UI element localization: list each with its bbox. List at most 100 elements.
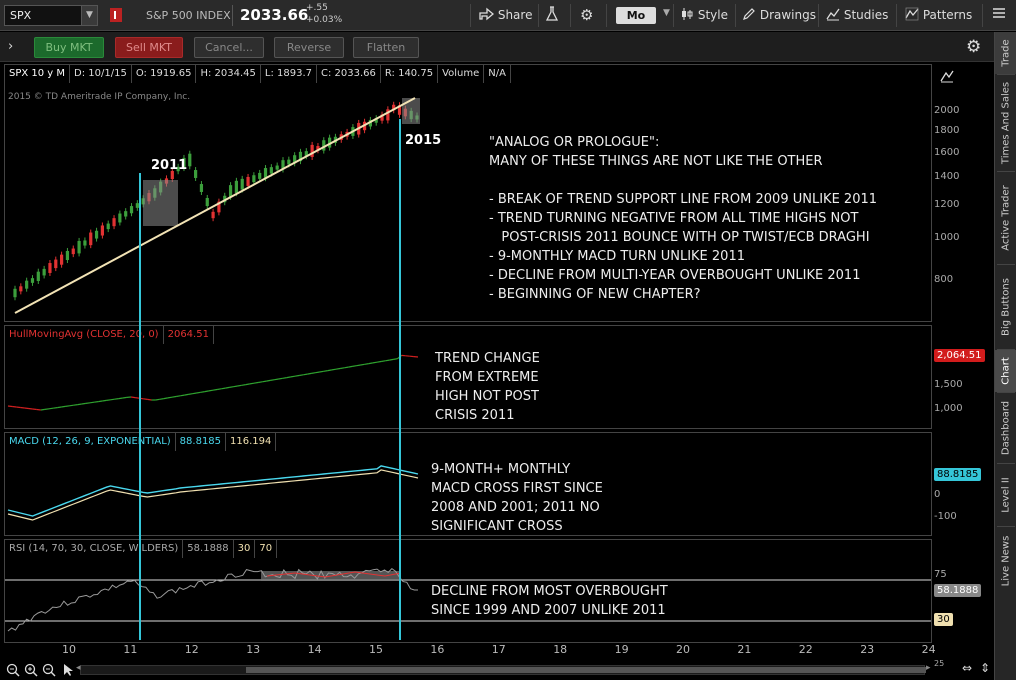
aggregation-selector[interactable]: Mo [616, 7, 656, 24]
hull-line-segment [352, 365, 357, 367]
top-toolbar: SPX ▼ S&P 500 INDEX 2033.66 +.55 +0.03% … [0, 0, 1016, 31]
hull-line-segment [327, 369, 333, 372]
hull-line-segment [237, 384, 242, 387]
divider [538, 4, 539, 27]
reverse-button[interactable]: Reverse [274, 37, 344, 58]
horizontal-scrollbar[interactable] [80, 665, 926, 675]
hull-line-segment [53, 407, 58, 409]
expand-icon[interactable]: ⇔ [962, 661, 972, 675]
hull-line-segment [12, 405, 17, 408]
time-tick: 12 [184, 643, 199, 656]
chevron-down-icon[interactable]: ▼ [81, 6, 97, 25]
candle-body [54, 259, 58, 269]
scroll-right-icon[interactable]: ▸ [926, 663, 931, 673]
zoom-fit-icon[interactable] [6, 663, 20, 677]
highlight-box-2015 [402, 98, 420, 124]
tab-active-trader[interactable]: Active Trader [995, 172, 1016, 264]
time-tick: 18 [553, 643, 568, 656]
scroll-left-icon[interactable]: ◂ [76, 663, 81, 673]
candle-body [25, 280, 29, 289]
divider [606, 4, 607, 27]
hull-line-segment [57, 406, 62, 409]
candle-body [30, 278, 35, 283]
hull-line-segment [257, 381, 263, 384]
zoom-out-icon[interactable] [42, 663, 56, 677]
hull-line-segment [262, 380, 267, 383]
hull-line-segment [110, 398, 115, 401]
hull-line-segment [65, 405, 70, 407]
hull-line-segment [171, 395, 177, 398]
share-button[interactable]: Share [478, 6, 532, 25]
menu-button[interactable] [992, 6, 1006, 25]
chart-type-icon[interactable] [940, 69, 954, 83]
zoom-in-icon[interactable] [24, 663, 38, 677]
hull-pane[interactable]: HullMovingAvg (CLOSE, 20, 0) 2064.51 TRE… [4, 325, 932, 429]
chevron-right-icon[interactable]: › [8, 39, 13, 54]
symbol-input[interactable]: SPX ▼ [4, 5, 98, 26]
candle-body [71, 248, 75, 255]
macd-annotation: 9-MONTH+ MONTHLY MACD CROSS FIRST SINCE … [431, 462, 603, 534]
tab-times-and-sales[interactable]: Times And Sales [995, 75, 1016, 171]
cancel-orders-button[interactable]: Cancel... [194, 37, 264, 58]
studies-label: Studies [843, 8, 889, 22]
price-tick: 1000 [934, 232, 960, 243]
flag-icon[interactable] [110, 8, 122, 22]
tab-level-ii[interactable]: Level II [995, 464, 1016, 526]
candle-body [252, 175, 256, 183]
tab-dashboard[interactable]: Dashboard [995, 393, 1016, 463]
hull-line-segment [221, 387, 226, 390]
scale-icon[interactable]: ⇕ [980, 661, 990, 675]
tab-trade[interactable]: Trade [995, 32, 1016, 74]
patterns-button[interactable]: Patterns [905, 6, 972, 25]
hull-line-segment [233, 385, 238, 388]
hull-line-segment [290, 375, 296, 378]
hull-line-segment [249, 382, 255, 385]
rsi-pane[interactable]: RSI (14, 70, 30, CLOSE, WILDERS) 58.1888… [4, 539, 932, 643]
hull-line-segment [364, 363, 369, 365]
candle-body [36, 271, 40, 281]
sell-market-button[interactable]: Sell MKT [115, 37, 183, 58]
studies-button[interactable]: Studies [826, 6, 888, 25]
candle-body [211, 211, 215, 219]
scrollbar-thumb[interactable] [246, 667, 926, 673]
hull-line-segment [147, 398, 152, 401]
gear-icon[interactable]: ⚙ [580, 6, 593, 25]
candle-body [19, 286, 23, 292]
candles-icon [682, 8, 693, 20]
cursor-icon[interactable] [62, 663, 74, 677]
time-tick: 10 [62, 643, 76, 656]
order-toolbar: › Buy MKT Sell MKT Cancel... Reverse Fla… [0, 32, 994, 62]
gear-icon[interactable]: ⚙ [966, 37, 981, 57]
tab-chart[interactable]: Chart [995, 350, 1016, 392]
tab-live-news[interactable]: Live News [995, 527, 1016, 595]
time-tick: 13 [246, 643, 261, 656]
hull-line-segment [225, 386, 230, 389]
candle-body [199, 184, 204, 192]
tab-big-buttons[interactable]: Big Buttons [995, 265, 1016, 349]
hull-line-segment [315, 371, 320, 374]
hull-line-segment [389, 358, 394, 361]
style-button[interactable]: Style [680, 6, 728, 25]
percent-change: +0.03% [306, 15, 343, 25]
buy-market-button[interactable]: Buy MKT [34, 37, 104, 58]
flask-button[interactable] [545, 6, 559, 25]
candle-body [83, 240, 87, 246]
chevron-down-icon[interactable]: ▼ [663, 8, 670, 18]
share-label: Share [497, 8, 533, 22]
hull-line-segment [229, 386, 234, 388]
candle-body [42, 268, 46, 276]
macd-pane[interactable]: MACD (12, 26, 9, EXPONENTIAL) 88.8185 11… [4, 432, 932, 536]
hull-line-segment [188, 393, 193, 395]
macd-value-tag: 88.8185 [934, 468, 982, 481]
candle-body [94, 230, 99, 239]
hull-line-segment [385, 359, 390, 362]
label-2011: 2011 [151, 158, 188, 173]
macd-tick: -100 [934, 511, 957, 522]
candle-body [89, 232, 93, 246]
hull-line-segment [282, 377, 287, 379]
drawings-button[interactable]: Drawings [742, 6, 816, 25]
rsi-tick: 75 [934, 569, 947, 580]
flatten-button[interactable]: Flatten [353, 37, 419, 58]
price-pane[interactable]: SPX 10 y M D: 10/1/15 O: 1919.65 H: 2034… [4, 64, 932, 322]
hull-line-segment [40, 408, 45, 411]
